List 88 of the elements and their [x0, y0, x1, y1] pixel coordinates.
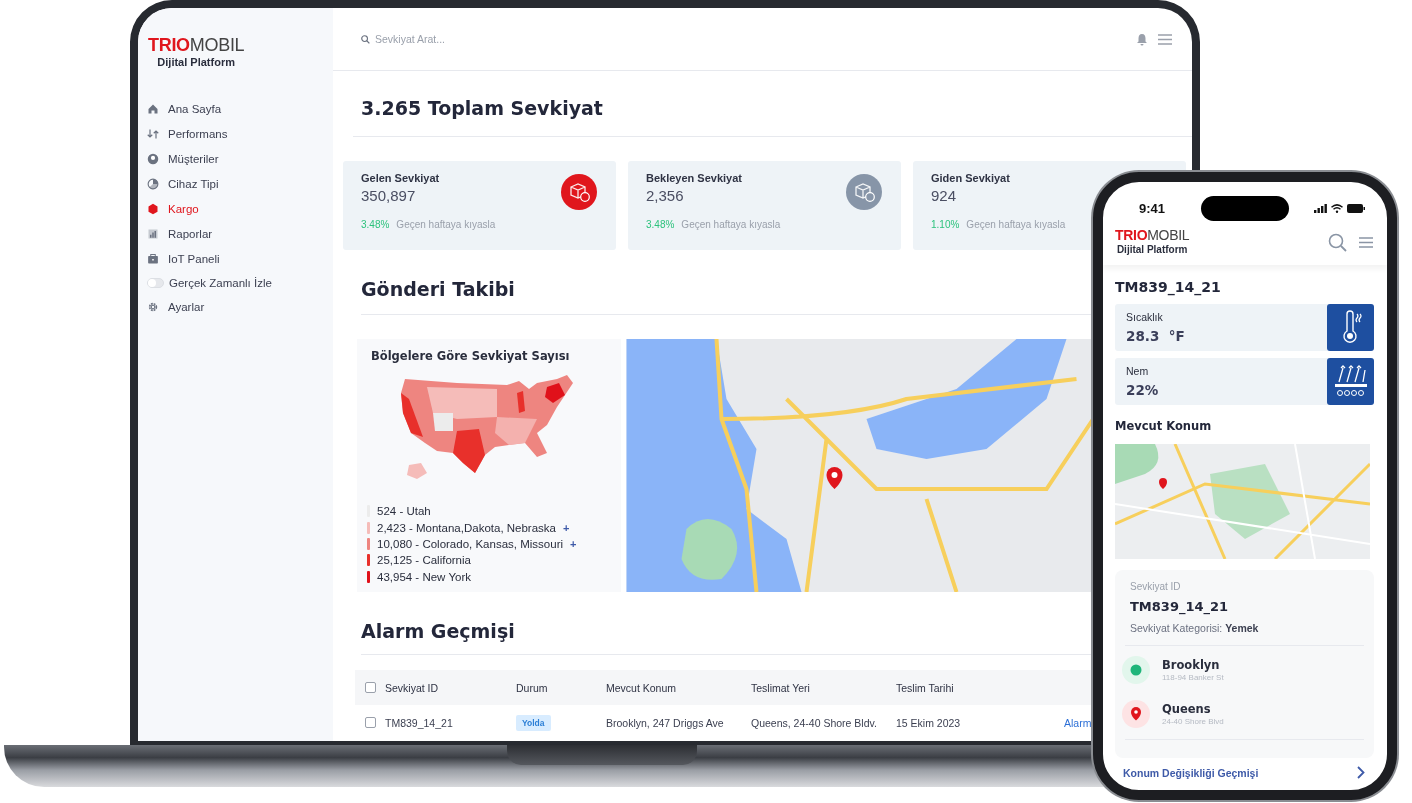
shipment-id: TM839_14_21 [1129, 598, 1230, 614]
sidebar-item[interactable]: Performans [147, 125, 228, 143]
wifi-icon [1331, 203, 1343, 213]
stop-name: Brooklyn [1162, 658, 1221, 672]
status-badge: Yolda [516, 714, 551, 731]
sidebar-item[interactable]: Ayarlar [147, 298, 205, 316]
legend-label: 25,125 - California [377, 554, 471, 567]
sidebar-item[interactable]: Ana Sayfa [147, 100, 222, 118]
battery-icon [1347, 203, 1365, 213]
search-icon [361, 34, 370, 44]
stat-note: Geçen haftaya kıyasla [396, 219, 496, 230]
legend-label: 43,954 - New York [377, 570, 471, 583]
gear-icon [147, 301, 159, 313]
table-cell-text: TM839_14_21 [385, 716, 454, 729]
cube-icon [147, 203, 159, 215]
stat-note: Geçen haftaya kıyasla [966, 219, 1066, 230]
sidebar-item[interactable]: Kargo [147, 200, 199, 218]
bar-chart-icon [147, 228, 159, 240]
brand-tagline: Dijital Platform [1116, 245, 1188, 255]
chevron-right-icon [1357, 766, 1365, 779]
sidebar-item[interactable]: Raporlar [147, 225, 213, 243]
reading-label: Sıcaklık [1126, 311, 1164, 323]
stat-change: 1.10% [931, 219, 960, 230]
stat-change: 3.48% [361, 219, 390, 230]
legend-label: 524 - Utah [377, 505, 431, 518]
map-pin-icon [1159, 478, 1167, 489]
user-icon [147, 153, 159, 165]
expand-link[interactable]: + [570, 537, 577, 550]
stat-value: 2,356 [646, 187, 685, 204]
menu-icon[interactable] [1158, 33, 1172, 45]
humidity-icon [1327, 358, 1374, 405]
history-link[interactable]: Konum Değişikliği Geçmişi [1123, 766, 1365, 779]
brand-logo: TRIOMOBIL [1115, 228, 1190, 242]
home-icon [147, 103, 159, 115]
legend-label: 2,423 - Montana,Dakota, Nebraska [377, 521, 556, 534]
bell-icon[interactable] [1136, 32, 1148, 46]
stat-label: Bekleyen Sevkiyat [646, 172, 743, 184]
search-icon[interactable] [1328, 233, 1347, 252]
shipment-title: TM839_14_21 [1114, 278, 1222, 295]
stat-label: Giden Sevkiyat [931, 172, 1011, 184]
status-time: 9:41 [1139, 200, 1166, 216]
column-header: Teslimat Yeri [751, 681, 811, 694]
stat-change: 3.48% [646, 219, 675, 230]
thermometer-icon [1327, 304, 1374, 351]
brand-logo: TRIOMOBIL [148, 36, 245, 54]
sidebar-item[interactable]: IoT Paneli [147, 250, 220, 268]
stat-value: 924 [931, 187, 958, 204]
origin-dot-icon [1122, 656, 1150, 684]
reading-value: 28.3 °F [1126, 328, 1186, 344]
table-cell-text: Brooklyn, 247 Driggs Ave [606, 716, 725, 729]
alarm-link[interactable]: Alarm [1064, 716, 1092, 729]
toggle-switch[interactable] [147, 278, 164, 288]
map-pin-icon [826, 467, 843, 489]
field-label: Sevkiyat ID [1129, 581, 1182, 592]
search-field[interactable]: Sevkiyat Arat... [375, 33, 575, 45]
history-link-label: Konum Değişikliği Geçmişi [1123, 766, 1259, 779]
stat-label: Gelen Sevkiyat [361, 172, 441, 184]
pie-chart-icon [147, 178, 159, 190]
table-cell-text: 15 Ekim 2023 [896, 716, 962, 729]
expand-link[interactable]: + [563, 521, 570, 534]
reading-value: 22% [1126, 382, 1160, 398]
section-title: Gönderi Takibi [361, 278, 515, 301]
signal-icon [1314, 203, 1327, 213]
stop-name: Queens [1162, 702, 1212, 716]
reading-label: Nem [1126, 365, 1150, 377]
section-title: Mevcut Konum [1114, 418, 1213, 433]
panel-title: Bölgelere Göre Sevkiyat Sayısı [371, 349, 571, 363]
toggle-label: Gerçek Zamanlı İzle [169, 277, 272, 289]
column-header: Sevkiyat ID [385, 681, 440, 694]
sidebar-item[interactable]: Cihaz Tipi [147, 175, 219, 193]
section-title: Alarm Geçmişi [361, 620, 515, 643]
column-header: Durum [516, 681, 549, 694]
column-header: Mevcut Konum [606, 681, 678, 694]
legend-label: 10,080 - Colorado, Kansas, Missouri [377, 537, 563, 550]
stat-note: Geçen haftaya kıyasla [681, 219, 781, 230]
sidebar-item[interactable]: Müşteriler [147, 150, 219, 168]
stat-value: 350,897 [361, 187, 417, 204]
case-icon [147, 253, 159, 265]
column-header: Teslim Tarihi [896, 681, 955, 694]
table-cell-text: Queens, 24-40 Shore Bldv. [751, 716, 878, 729]
category-text: Sevkiyat Kategorisi: Yemek [1129, 621, 1260, 634]
arrows-icon [147, 128, 159, 140]
checkbox[interactable] [365, 682, 376, 693]
menu-icon[interactable] [1359, 237, 1373, 248]
brand-tagline: Dijital Platform [157, 57, 235, 68]
checkbox[interactable] [365, 717, 376, 728]
page-title: 3.265 Toplam Sevkiyat [360, 96, 604, 121]
location-pin-icon [1122, 700, 1150, 728]
